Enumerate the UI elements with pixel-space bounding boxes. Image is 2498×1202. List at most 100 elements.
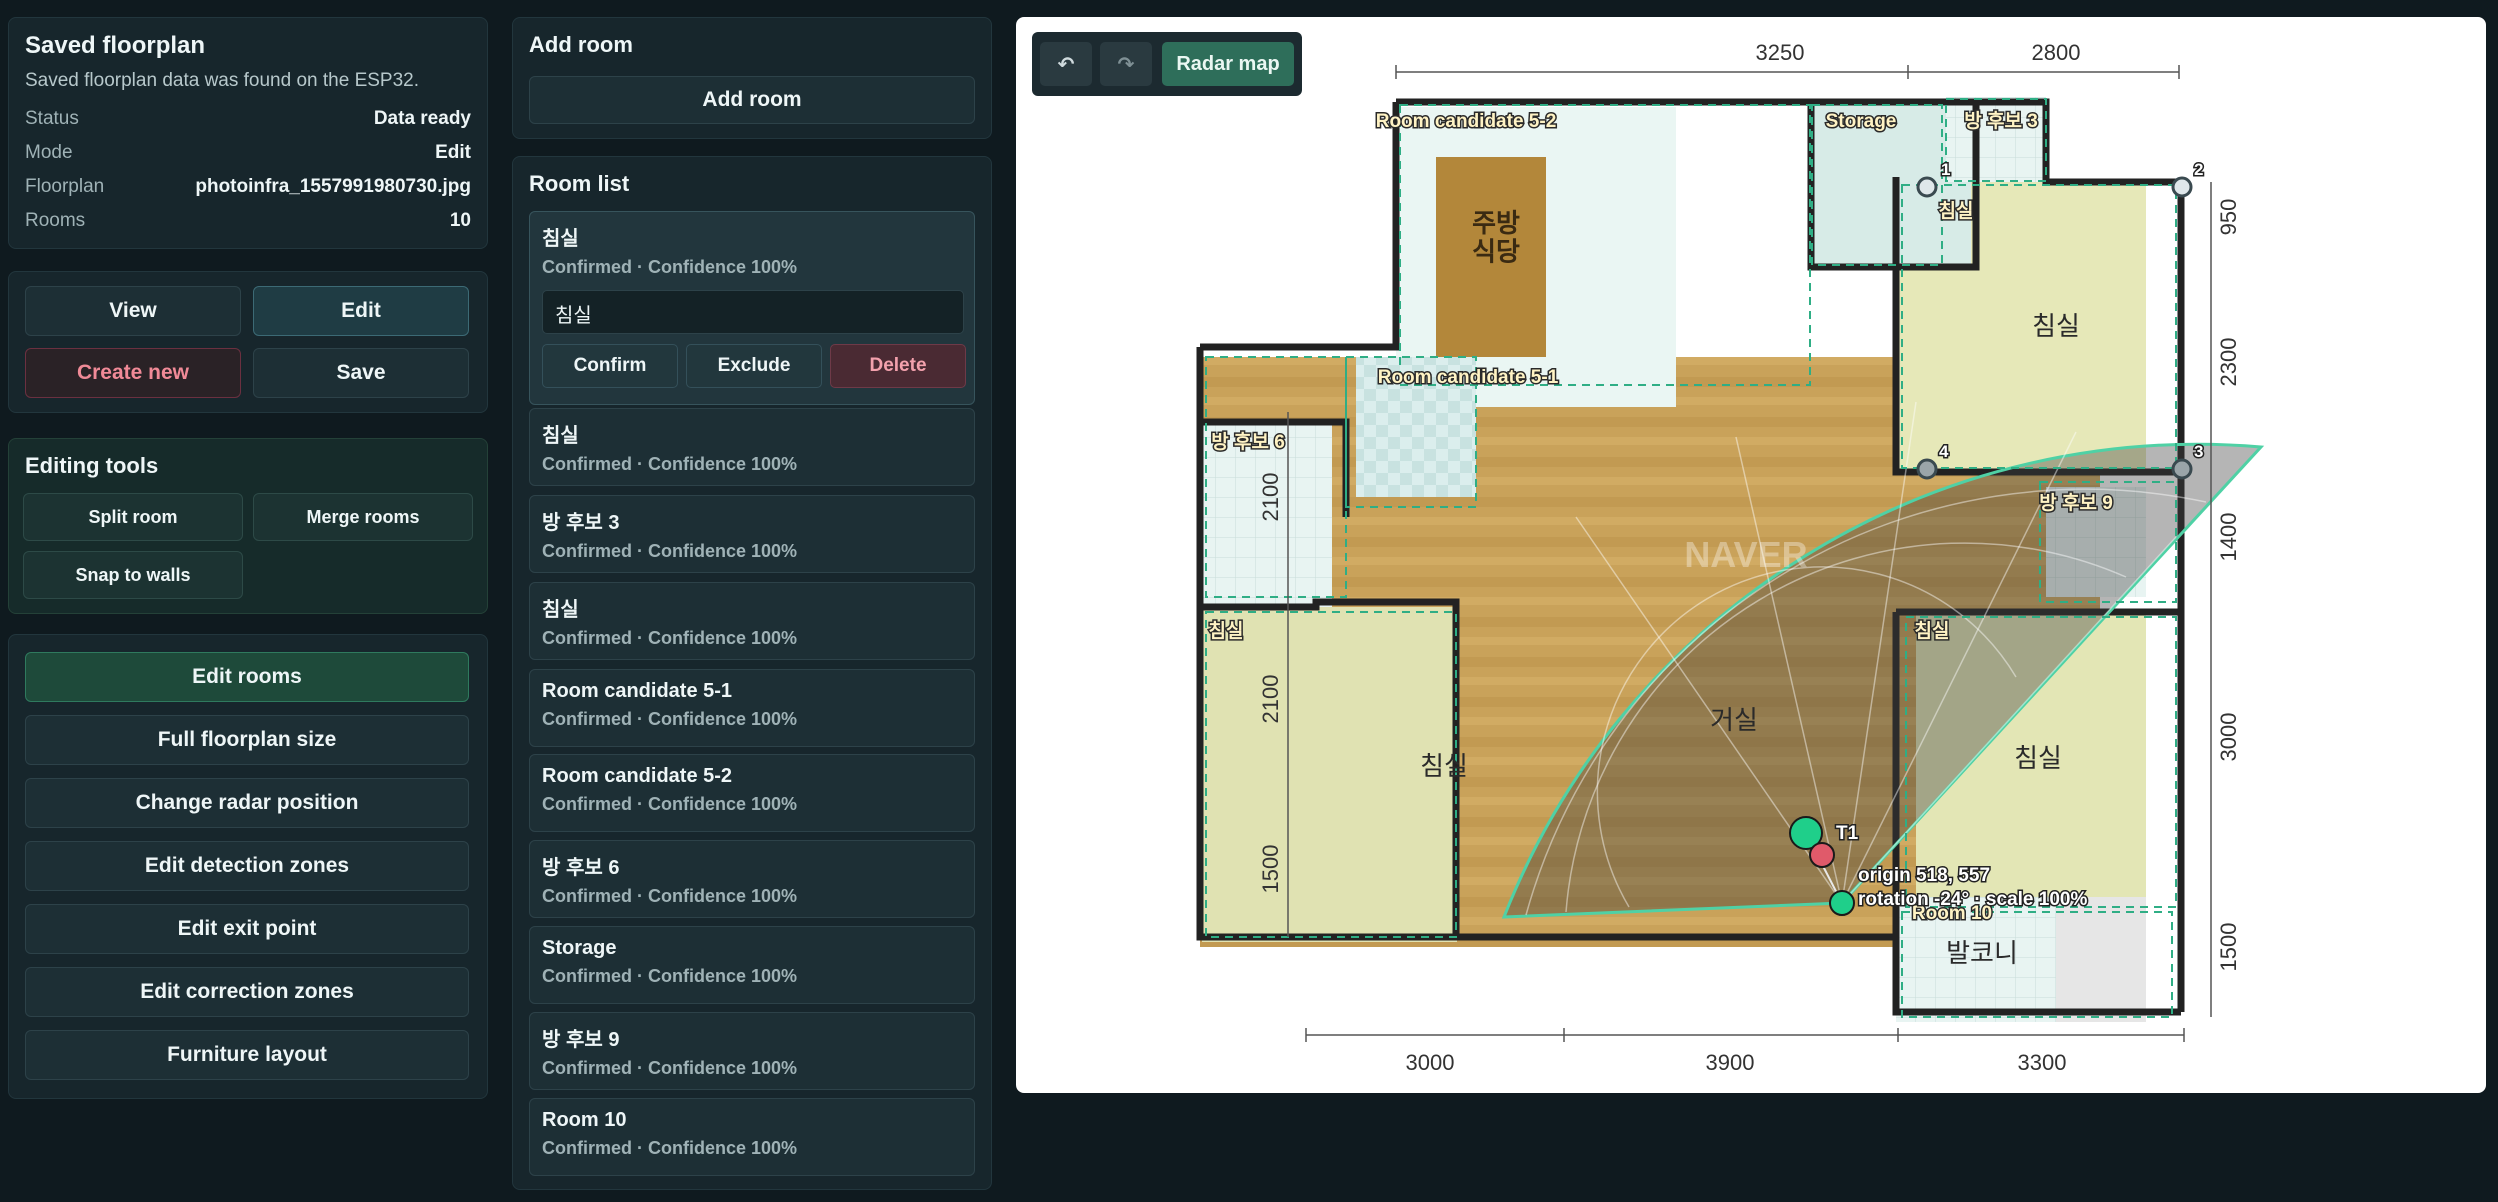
floorplan-map[interactable]: 주방 식당 거실 침실 침실 침실 발코니 NAVER 3250 2800 300… (1016, 17, 2486, 1093)
room-list-item[interactable]: Room candidate 5-2 Confirmed · Confidenc… (529, 754, 975, 832)
status-label: Status (25, 108, 79, 129)
rooms-label: Rooms (25, 210, 86, 231)
mode-label: Mode (25, 142, 73, 163)
room-list-item[interactable]: 침실 Confirmed · Confidence 100% (529, 408, 975, 486)
floorplan-canvas[interactable]: 주방 식당 거실 침실 침실 침실 발코니 NAVER 3250 2800 300… (1016, 17, 2486, 1093)
room-list-item[interactable]: 방 후보 6 Confirmed · Confidence 100% (529, 840, 975, 918)
room-name: 침실 (542, 599, 579, 621)
redo-button[interactable]: ↷ (1100, 42, 1152, 86)
undo-button[interactable]: ↶ (1040, 42, 1092, 86)
room-list-item[interactable]: 방 후보 3 Confirmed · Confidence 100% (529, 495, 975, 573)
label-r9: 방 후보 9 (2039, 492, 2113, 514)
balcony2-floor (2056, 897, 2146, 1022)
edit-detection-zones-button[interactable]: Edit detection zones (25, 841, 469, 891)
edit-modes-panel: Edit rooms Full floorplan size Change ra… (8, 634, 488, 1099)
room-list-item[interactable]: 방 후보 9 Confirmed · Confidence 100% (529, 1012, 975, 1090)
change-radar-position-button[interactable]: Change radar position (25, 778, 469, 828)
label-r6: 방 후보 6 (1211, 431, 1285, 453)
dim-right-3: 1400 (2216, 513, 2241, 562)
add-room-title: Add room (529, 32, 633, 57)
edit-rooms-button[interactable]: Edit rooms (25, 652, 469, 702)
room-list-title: Room list (529, 171, 630, 196)
room-list-item[interactable]: Room candidate 5-1 Confirmed · Confidenc… (529, 669, 975, 747)
label-bed-l: 침실 (1209, 620, 1244, 642)
radar-map-button[interactable]: Radar map (1162, 42, 1294, 86)
dim-right-4: 3000 (2216, 713, 2241, 762)
vertex-label-3: 3 (2194, 442, 2203, 461)
confirm-button[interactable]: Confirm (542, 344, 678, 388)
undo-icon: ↶ (1057, 53, 1075, 76)
room-list-item[interactable]: Storage Confirmed · Confidence 100% (529, 926, 975, 1004)
room-list-item[interactable]: Room 10 Confirmed · Confidence 100% (529, 1098, 975, 1176)
merge-rooms-button[interactable]: Merge rooms (253, 493, 473, 541)
label-rc52: Room candidate 5-2 (1376, 111, 1557, 132)
split-room-button[interactable]: Split room (23, 493, 243, 541)
dim-bottom-2: 3900 (1706, 1050, 1755, 1075)
room-name: Room candidate 5-2 (542, 765, 733, 787)
saved-floorplan-title: Saved floorplan (25, 32, 206, 59)
dim-bottom-3: 3300 (2018, 1050, 2067, 1075)
floorplan-label: Floorplan (25, 176, 105, 197)
mode-actions-panel: View Edit Create new Save (8, 271, 488, 413)
room-name: 침실 (542, 228, 579, 250)
room-meta: Confirmed · Confidence 100% (542, 1058, 798, 1078)
label-r3: 방 후보 3 (1964, 110, 2038, 132)
view-button[interactable]: View (25, 286, 241, 336)
vertex-handle[interactable] (2171, 176, 2193, 198)
full-floorplan-size-button[interactable]: Full floorplan size (25, 715, 469, 765)
label-rc51: Room candidate 5-1 (1378, 367, 1559, 388)
room-list-item[interactable]: 침실 Confirmed · Confidence 100% (529, 582, 975, 660)
label-bed-tr: 침실 (1939, 200, 1974, 222)
dim-left-2: 2100 (1258, 675, 1283, 724)
room3-floor (1946, 97, 2046, 182)
dim-right-5: 1500 (2216, 923, 2241, 972)
radar-handle[interactable] (1829, 890, 1855, 916)
room-name-input[interactable]: 침실 (542, 290, 964, 334)
editing-tools-title: Editing tools (25, 453, 159, 478)
room-meta: Confirmed · Confidence 100% (542, 454, 798, 474)
room-list-item-selected[interactable]: 침실 Confirmed · Confidence 100% 침실 Confir… (529, 211, 975, 405)
dim-right-1: 950 (2216, 199, 2241, 236)
radar-origin-icon[interactable] (1809, 842, 1835, 868)
floorplan-row: Floorplan photoinfra_1557991980730.jpg (25, 176, 471, 198)
saved-floorplan-panel: Saved floorplan Saved floorplan data was… (8, 17, 488, 249)
kitchen-label: 주방 식당 (1472, 208, 1520, 267)
vertex-handle[interactable] (2171, 458, 2193, 480)
room-meta: Confirmed · Confidence 100% (542, 541, 798, 561)
mode-row: Mode Edit (25, 142, 471, 164)
target-label: T1 (1836, 823, 1859, 844)
redo-icon: ↷ (1117, 53, 1135, 76)
snap-to-walls-button[interactable]: Snap to walls (23, 551, 243, 599)
save-button[interactable]: Save (253, 348, 469, 398)
vertex-handle[interactable] (1916, 176, 1938, 198)
room-name: 방 후보 3 (542, 512, 620, 534)
rooms-row: Rooms 10 (25, 210, 471, 232)
rooms-value: 10 (449, 210, 471, 231)
dim-top-1: 3250 (1756, 40, 1805, 65)
label-bed-r: 침실 (1915, 620, 1950, 642)
exclude-button[interactable]: Exclude (686, 344, 822, 388)
dim-right-2: 2300 (2216, 338, 2241, 387)
balcony-label: 발코니 (1946, 938, 2018, 968)
room-meta: Confirmed · Confidence 100% (542, 1138, 798, 1158)
vertex-label-4: 4 (1939, 442, 1949, 461)
dim-bottom-1: 3000 (1406, 1050, 1455, 1075)
edit-button[interactable]: Edit (253, 286, 469, 336)
label-storage: Storage (1826, 111, 1897, 132)
dim-left-3: 1500 (1258, 845, 1283, 894)
create-new-button[interactable]: Create new (25, 348, 241, 398)
add-room-button[interactable]: Add room (529, 76, 975, 124)
room-meta: Confirmed · Confidence 100% (542, 886, 798, 906)
vertex-handle[interactable] (1916, 458, 1938, 480)
room-meta: Confirmed · Confidence 100% (542, 966, 798, 986)
furniture-layout-button[interactable]: Furniture layout (25, 1030, 469, 1080)
rotation-text: rotation -24° · scale 100% (1858, 889, 2087, 910)
bedroom-r-label: 침실 (2014, 743, 2062, 773)
room-name: Room 10 (542, 1109, 627, 1131)
saved-floorplan-description: Saved floorplan data was found on the ES… (25, 70, 419, 91)
edit-exit-point-button[interactable]: Edit exit point (25, 904, 469, 954)
edit-correction-zones-button[interactable]: Edit correction zones (25, 967, 469, 1017)
room-list-panel: Room list 침실 Confirmed · Confidence 100%… (512, 156, 992, 1190)
delete-button[interactable]: Delete (830, 344, 966, 388)
map-toolbar: ↶ ↷ Radar map (1032, 32, 1302, 96)
